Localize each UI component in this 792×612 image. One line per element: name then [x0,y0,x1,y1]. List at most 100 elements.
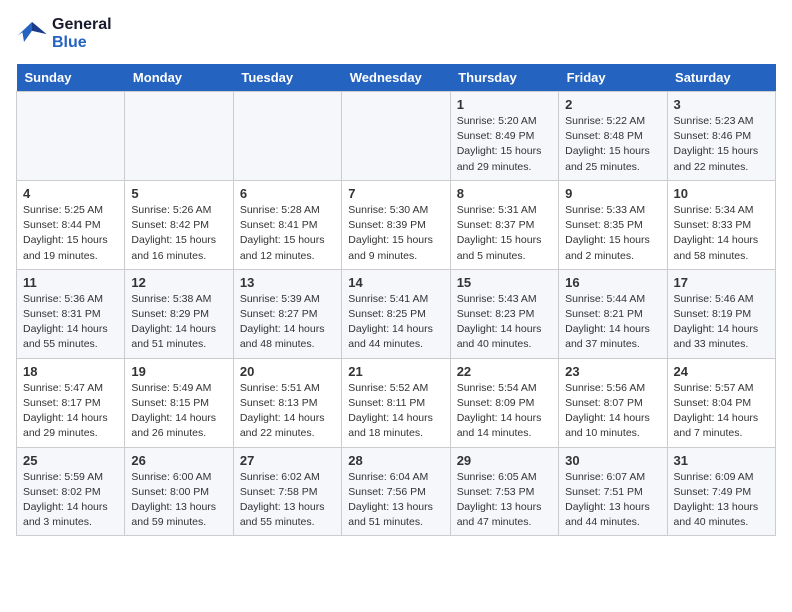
day-content: Sunrise: 5:26 AM Sunset: 8:42 PM Dayligh… [131,203,226,264]
day-number: 7 [348,186,443,201]
calendar-cell: 15Sunrise: 5:43 AM Sunset: 8:23 PM Dayli… [450,269,558,358]
day-number: 31 [674,453,769,468]
day-number: 11 [23,275,118,290]
calendar-cell: 29Sunrise: 6:05 AM Sunset: 7:53 PM Dayli… [450,447,558,536]
calendar-cell: 20Sunrise: 5:51 AM Sunset: 8:13 PM Dayli… [233,358,341,447]
calendar-cell: 5 Sunrise: 5:26 AM Sunset: 8:42 PM Daylig… [125,180,233,269]
day-number: 16 [565,275,660,290]
calendar-table: SundayMondayTuesdayWednesdayThursdayFrid… [16,64,776,536]
day-content: Sunrise: 5:49 AM Sunset: 8:15 PM Dayligh… [131,381,226,442]
day-header-saturday: Saturday [667,64,775,92]
day-header-friday: Friday [559,64,667,92]
day-number: 12 [131,275,226,290]
day-content: Sunrise: 5:52 AM Sunset: 8:11 PM Dayligh… [348,381,443,442]
day-number: 26 [131,453,226,468]
day-content: Sunrise: 6:02 AM Sunset: 7:58 PM Dayligh… [240,470,335,531]
day-number: 17 [674,275,769,290]
day-header-sunday: Sunday [17,64,125,92]
day-content: Sunrise: 5:57 AM Sunset: 8:04 PM Dayligh… [674,381,769,442]
calendar-cell: 3Sunrise: 5:23 AM Sunset: 8:46 PM Daylig… [667,92,775,181]
calendar-cell: 19 Sunrise: 5:49 AM Sunset: 8:15 PM Dayli… [125,358,233,447]
day-content: Sunrise: 5:34 AM Sunset: 8:33 PM Dayligh… [674,203,769,264]
calendar-cell: 11 Sunrise: 5:36 AM Sunset: 8:31 PM Dayli… [17,269,125,358]
day-number: 20 [240,364,335,379]
calendar-cell [125,92,233,181]
calendar-cell: 22 Sunrise: 5:54 AM Sunset: 8:09 PM Dayli… [450,358,558,447]
day-header-tuesday: Tuesday [233,64,341,92]
day-number: 23 [565,364,660,379]
calendar-cell: 12 Sunrise: 5:38 AM Sunset: 8:29 PM Dayli… [125,269,233,358]
day-number: 14 [348,275,443,290]
day-number: 24 [674,364,769,379]
day-content: Sunrise: 5:38 AM Sunset: 8:29 PM Dayligh… [131,292,226,353]
day-number: 13 [240,275,335,290]
day-content: Sunrise: 5:59 AM Sunset: 8:02 PM Dayligh… [23,470,118,531]
day-content: Sunrise: 5:54 AM Sunset: 8:09 PM Dayligh… [457,381,552,442]
calendar-cell: 13 Sunrise: 5:39 AM Sunset: 8:27 PM Dayli… [233,269,341,358]
day-number: 21 [348,364,443,379]
day-number: 30 [565,453,660,468]
day-number: 8 [457,186,552,201]
day-number: 2 [565,97,660,112]
calendar-cell: 28 Sunrise: 6:04 AM Sunset: 7:56 PM Dayli… [342,447,450,536]
day-content: Sunrise: 5:22 AM Sunset: 8:48 PM Dayligh… [565,114,660,175]
day-content: Sunrise: 5:44 AM Sunset: 8:21 PM Dayligh… [565,292,660,353]
day-number: 1 [457,97,552,112]
day-number: 5 [131,186,226,201]
calendar-cell [233,92,341,181]
calendar-cell: 6Sunrise: 5:28 AM Sunset: 8:41 PM Daylig… [233,180,341,269]
calendar-cell: 24 Sunrise: 5:57 AM Sunset: 8:04 PM Dayli… [667,358,775,447]
header: General Blue [16,16,776,52]
day-number: 22 [457,364,552,379]
calendar-cell: 16 Sunrise: 5:44 AM Sunset: 8:21 PM Dayli… [559,269,667,358]
calendar-week-row: 4Sunrise: 5:25 AM Sunset: 8:44 PM Daylig… [17,180,776,269]
day-content: Sunrise: 6:09 AM Sunset: 7:49 PM Dayligh… [674,470,769,531]
calendar-week-row: 11 Sunrise: 5:36 AM Sunset: 8:31 PM Dayli… [17,269,776,358]
day-content: Sunrise: 5:41 AM Sunset: 8:25 PM Dayligh… [348,292,443,353]
calendar-cell: 30Sunrise: 6:07 AM Sunset: 7:51 PM Dayli… [559,447,667,536]
calendar-cell [17,92,125,181]
day-number: 4 [23,186,118,201]
calendar-week-row: 1 Sunrise: 5:20 AM Sunset: 8:49 PM Daylig… [17,92,776,181]
calendar-cell: 4Sunrise: 5:25 AM Sunset: 8:44 PM Daylig… [17,180,125,269]
day-number: 10 [674,186,769,201]
calendar-cell [342,92,450,181]
day-content: Sunrise: 6:04 AM Sunset: 7:56 PM Dayligh… [348,470,443,531]
calendar-header-row: SundayMondayTuesdayWednesdayThursdayFrid… [17,64,776,92]
day-content: Sunrise: 5:23 AM Sunset: 8:46 PM Dayligh… [674,114,769,175]
day-number: 29 [457,453,552,468]
calendar-cell: 10 Sunrise: 5:34 AM Sunset: 8:33 PM Dayli… [667,180,775,269]
calendar-cell: 31 Sunrise: 6:09 AM Sunset: 7:49 PM Dayli… [667,447,775,536]
calendar-cell: 27Sunrise: 6:02 AM Sunset: 7:58 PM Dayli… [233,447,341,536]
day-number: 18 [23,364,118,379]
day-content: Sunrise: 5:30 AM Sunset: 8:39 PM Dayligh… [348,203,443,264]
day-number: 15 [457,275,552,290]
calendar-cell: 17Sunrise: 5:46 AM Sunset: 8:19 PM Dayli… [667,269,775,358]
day-content: Sunrise: 5:20 AM Sunset: 8:49 PM Dayligh… [457,114,552,175]
calendar-cell: 23Sunrise: 5:56 AM Sunset: 8:07 PM Dayli… [559,358,667,447]
day-content: Sunrise: 5:39 AM Sunset: 8:27 PM Dayligh… [240,292,335,353]
calendar-cell: 2 Sunrise: 5:22 AM Sunset: 8:48 PM Daylig… [559,92,667,181]
calendar-cell: 26 Sunrise: 6:00 AM Sunset: 8:00 PM Dayli… [125,447,233,536]
calendar-cell: 25 Sunrise: 5:59 AM Sunset: 8:02 PM Dayli… [17,447,125,536]
logo: General Blue [16,16,112,52]
day-content: Sunrise: 5:47 AM Sunset: 8:17 PM Dayligh… [23,381,118,442]
calendar-cell: 14 Sunrise: 5:41 AM Sunset: 8:25 PM Dayli… [342,269,450,358]
day-content: Sunrise: 5:31 AM Sunset: 8:37 PM Dayligh… [457,203,552,264]
calendar-week-row: 18 Sunrise: 5:47 AM Sunset: 8:17 PM Dayli… [17,358,776,447]
day-number: 6 [240,186,335,201]
day-content: Sunrise: 5:36 AM Sunset: 8:31 PM Dayligh… [23,292,118,353]
day-header-monday: Monday [125,64,233,92]
day-number: 19 [131,364,226,379]
calendar-cell: 9 Sunrise: 5:33 AM Sunset: 8:35 PM Daylig… [559,180,667,269]
logo-icon [16,18,48,50]
day-number: 28 [348,453,443,468]
logo-text: General Blue [52,16,112,52]
calendar-cell: 21 Sunrise: 5:52 AM Sunset: 8:11 PM Dayli… [342,358,450,447]
day-number: 9 [565,186,660,201]
day-content: Sunrise: 5:33 AM Sunset: 8:35 PM Dayligh… [565,203,660,264]
calendar-cell: 18 Sunrise: 5:47 AM Sunset: 8:17 PM Dayli… [17,358,125,447]
day-number: 25 [23,453,118,468]
day-content: Sunrise: 6:00 AM Sunset: 8:00 PM Dayligh… [131,470,226,531]
day-header-wednesday: Wednesday [342,64,450,92]
